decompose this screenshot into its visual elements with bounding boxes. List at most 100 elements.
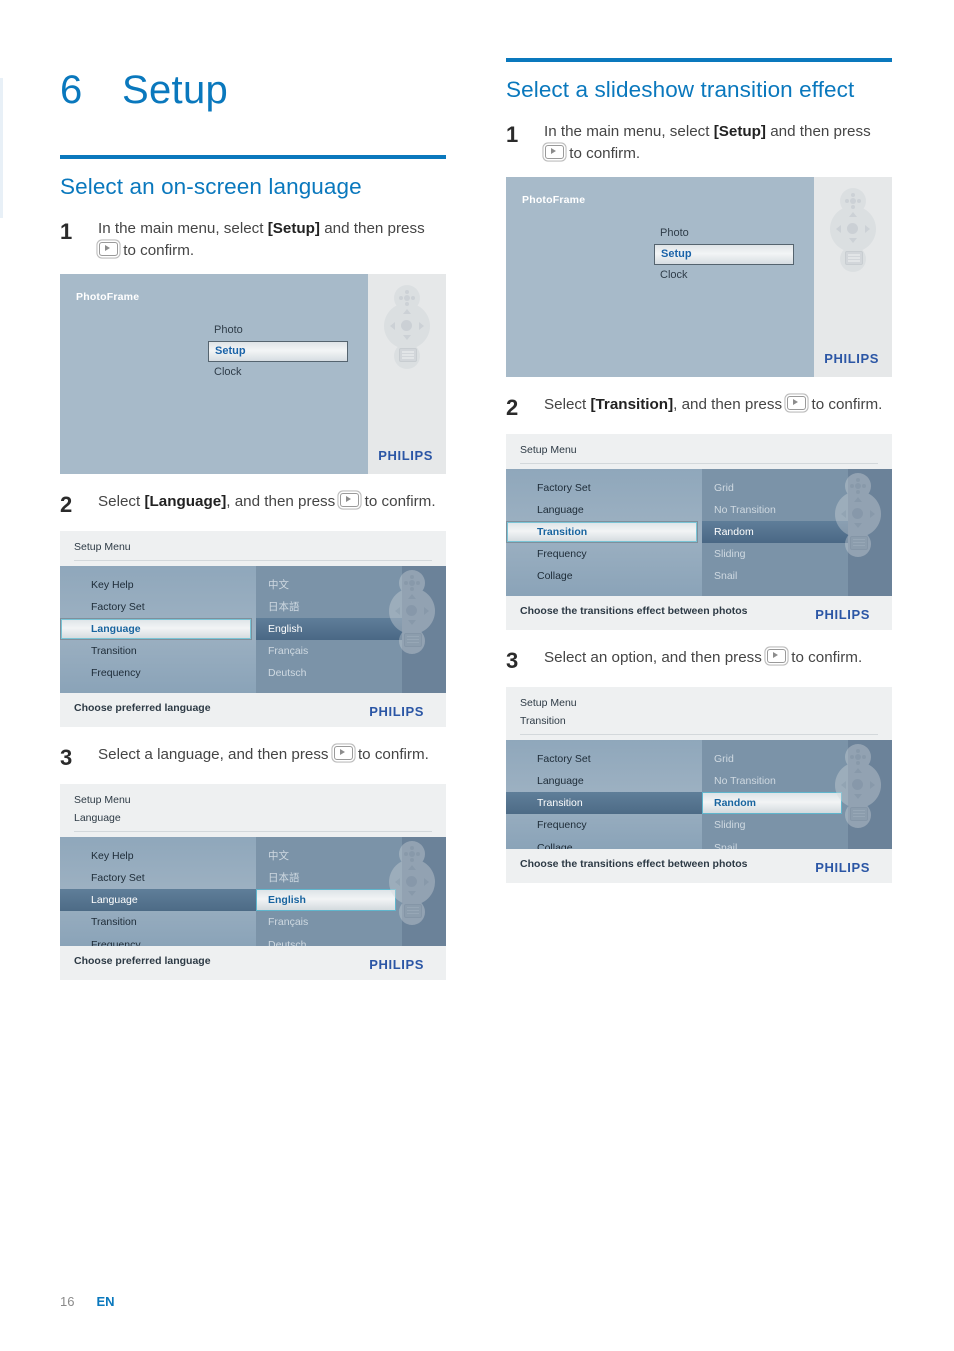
setup-item-frequency[interactable]: Frequency: [60, 662, 256, 684]
breadcrumb-item: Setup Menu: [74, 541, 131, 554]
setup-item-factory-set[interactable]: Factory Set: [60, 867, 256, 889]
remote-control-icon: [381, 285, 433, 371]
remote-control-icon: [386, 840, 438, 927]
option-item[interactable]: Snail: [702, 837, 848, 850]
main-menu-list: Photo Setup Clock: [208, 320, 348, 383]
philips-logo: PHILIPS: [815, 860, 870, 876]
menu-item-setup[interactable]: Setup: [654, 244, 794, 265]
setup-item-language[interactable]: Language: [506, 770, 702, 792]
setup-item-transition[interactable]: Transition: [60, 640, 256, 662]
section-rule-right: [506, 58, 892, 62]
setup-item-collage[interactable]: Collage: [506, 565, 702, 587]
setup-item-factory-set[interactable]: Factory Set: [506, 477, 702, 499]
setup-menu-list: Factory Set Language Transition Frequency Co…: [506, 739, 702, 850]
setup-item-collage[interactable]: Collage: [506, 837, 702, 850]
step-emphasis: [Language]: [144, 493, 227, 511]
step-number: 2: [60, 492, 73, 518]
breadcrumb: Setup Menu: [506, 434, 892, 469]
philips-logo: PHILIPS: [824, 351, 879, 367]
section-rule-left: [60, 155, 446, 159]
menu-item-clock[interactable]: Clock: [654, 265, 794, 286]
left-column: Select an on-screen language 1 In the mai…: [60, 155, 446, 981]
breadcrumb: Setup Menu: [60, 531, 446, 566]
device-screenshot-setup-menu: Setup Menu Key Help Factory Set Language Tra…: [60, 531, 446, 728]
step-text: In the main menu, select [Setup] and the…: [98, 220, 425, 259]
play-key-icon: [340, 493, 360, 508]
option-item[interactable]: Random: [702, 792, 842, 815]
device-screenshot-home: PhotoFrame Photo Setup Clock PHILIPS: [60, 274, 446, 475]
setup-item-factory-set[interactable]: Factory Set: [506, 748, 702, 770]
option-item[interactable]: Grid: [702, 477, 848, 499]
setup-item-language[interactable]: Language: [506, 499, 702, 521]
option-item[interactable]: Snail: [702, 565, 848, 587]
option-item[interactable]: 日本語: [256, 596, 402, 618]
chapter-title: 6 Setup: [60, 68, 480, 113]
breadcrumb-item: Setup Menu: [520, 697, 577, 710]
option-item[interactable]: No Transition: [702, 770, 848, 792]
option-list: 中文 日本語 English Français Deutsch: [256, 565, 402, 694]
step-emphasis: [Transition]: [590, 396, 674, 414]
step-number: 1: [60, 219, 73, 245]
right-content-flow: 1 In the main menu, select [Setup] and th…: [506, 121, 892, 884]
option-item[interactable]: Sliding: [702, 814, 848, 836]
setup-item-transition[interactable]: Transition: [60, 911, 256, 933]
option-item[interactable]: Français: [256, 911, 402, 933]
option-item[interactable]: Sliding: [702, 543, 848, 565]
screen-main-area: PhotoFrame Photo Setup Clock: [60, 274, 368, 475]
step-2: 2 Select [Transition], and then press to …: [506, 394, 892, 421]
setup-item-key-help[interactable]: Key Help: [60, 845, 256, 867]
breadcrumb-divider: [520, 462, 878, 464]
option-item[interactable]: English: [256, 889, 396, 912]
menu-item-photo[interactable]: Photo: [208, 320, 348, 341]
breadcrumb-item: Setup Menu: [74, 794, 131, 807]
option-item[interactable]: 日本語: [256, 867, 402, 889]
step-number: 1: [506, 122, 519, 148]
play-key-icon: [787, 396, 807, 411]
remote-control-icon: [832, 743, 884, 830]
option-item[interactable]: English: [256, 617, 402, 641]
play-key-icon: [545, 144, 564, 159]
option-item[interactable]: Random: [702, 520, 848, 544]
setup-menu-list: Key Help Factory Set Language Transition Fre…: [60, 565, 256, 694]
menu-item-photo[interactable]: Photo: [654, 223, 794, 244]
option-item[interactable]: 中文: [256, 845, 402, 867]
screen-sidebar: PHILIPS: [368, 274, 446, 475]
device-screenshot-setup-menu: Setup Menu Language Key Help Factory Set Lan…: [60, 784, 446, 981]
option-item[interactable]: Français: [256, 640, 402, 662]
option-item[interactable]: No Transition: [702, 499, 848, 521]
setup-item-frequency[interactable]: Frequency: [506, 814, 702, 836]
page-edge-artifact: [0, 78, 3, 218]
remote-control-icon: [386, 569, 438, 656]
option-item[interactable]: Deutsch: [256, 662, 402, 684]
breadcrumb: Setup Menu Language: [60, 784, 446, 837]
setup-menu-list: Key Help Factory Set Language Transition Fre…: [60, 836, 256, 947]
screen-main-area: PhotoFrame Photo Setup Clock: [506, 177, 814, 378]
setup-item-transition[interactable]: Transition: [506, 520, 698, 544]
menu-body: Key Help Factory Set Language Transition Fre…: [60, 565, 446, 694]
option-item[interactable]: Grid: [702, 748, 848, 770]
page-footer: 16 EN: [60, 1294, 115, 1309]
setup-item-frequency[interactable]: Frequency: [506, 543, 702, 565]
section-heading-right: Select a slideshow transition effect: [506, 77, 855, 102]
setup-item-key-help[interactable]: Key Help: [60, 574, 256, 596]
option-item[interactable]: Deutsch: [256, 934, 402, 947]
menu-item-setup[interactable]: Setup: [208, 341, 348, 362]
screen-title: PhotoFrame: [522, 194, 586, 207]
setup-item-language[interactable]: Language: [60, 889, 256, 912]
setup-item-language[interactable]: Language: [60, 617, 252, 641]
option-item[interactable]: 中文: [256, 574, 402, 596]
page-language-code: EN: [96, 1294, 115, 1309]
step-3: 3 Select a language, and then press to co…: [60, 744, 446, 771]
option-list: Grid No Transition Random Sliding Snail: [702, 739, 848, 850]
breadcrumb-divider: [74, 559, 432, 561]
screen-sidebar: PHILIPS: [814, 177, 892, 378]
setup-item-transition[interactable]: Transition: [506, 792, 702, 815]
option-list: Grid No Transition Random Sliding Snail: [702, 468, 848, 597]
menu-item-clock[interactable]: Clock: [208, 362, 348, 383]
setup-item-factory-set[interactable]: Factory Set: [60, 596, 256, 618]
step-2: 2 Select [Language], and then press to co…: [60, 491, 446, 518]
device-screenshot-setup-menu: Setup Menu Factory Set Language Transition F…: [506, 434, 892, 631]
option-list: 中文 日本語 English Français Deutsch: [256, 836, 402, 947]
setup-item-frequency[interactable]: Frequency: [60, 934, 256, 947]
chapter-name: Setup: [122, 68, 229, 112]
